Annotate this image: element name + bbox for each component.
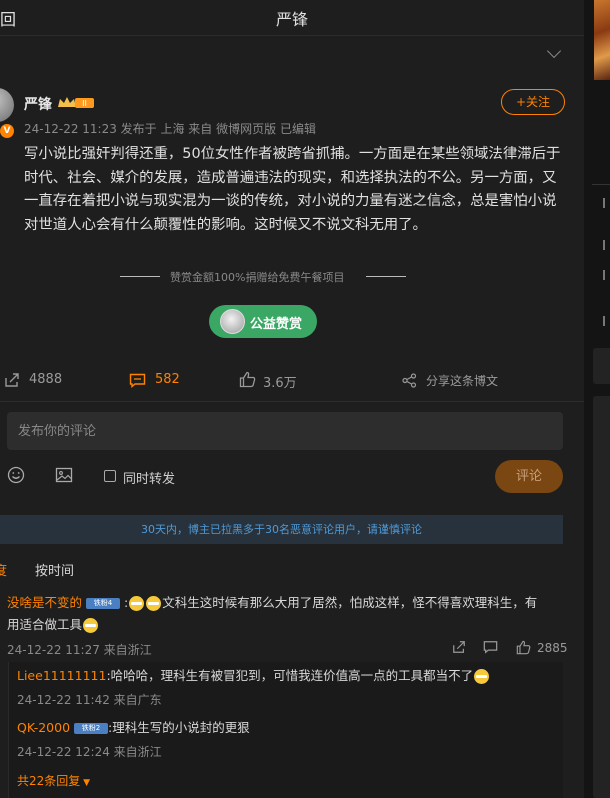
repost-count[interactable]: 4888 <box>29 372 62 387</box>
comment-icon[interactable] <box>129 373 146 388</box>
reply-text: :理科生写的小说封的更狠 <box>108 720 250 735</box>
page-title: 严锋 <box>275 10 308 29</box>
donate-note: 赞赏金额100%捐赠给免费午餐项目 <box>170 271 345 284</box>
sort-time-tab[interactable]: 按时间 <box>35 560 74 579</box>
action-bar: 4888 582 3.6万 分享这条博文 <box>0 368 584 394</box>
fan-level-badge: 铁粉4 <box>86 598 120 609</box>
caret-down-icon: ▼ <box>80 778 91 788</box>
sidebar-card[interactable] <box>593 396 610 798</box>
verified-badge: V <box>0 124 14 138</box>
sidebar-marker-icon <box>603 316 607 326</box>
emoji-icon <box>129 596 145 611</box>
repost-icon[interactable] <box>452 640 466 654</box>
more-replies-link[interactable]: 共22条回复 ▼ <box>17 772 90 789</box>
crown-badge-level: II <box>82 99 87 108</box>
comment-count[interactable]: 582 <box>155 372 180 387</box>
image-icon[interactable] <box>55 466 73 484</box>
commenter-name[interactable]: 没啥是不变的 <box>7 595 82 610</box>
comment-text: 文科生这时候有那么大用了居然，怕成这样，怪不得喜欢理科生，有 <box>162 595 538 610</box>
reply-text: :哈哈哈，理科生有被冒犯到，可惜我连价值高一点的工具都当不了 <box>106 668 474 683</box>
donate-button[interactable]: 公益赞赏 <box>209 305 317 338</box>
chevron-down-icon[interactable] <box>546 43 562 59</box>
sidebar-thumbnail[interactable] <box>594 0 610 80</box>
like-icon[interactable] <box>239 371 256 388</box>
donate-button-label: 公益赞赏 <box>250 317 303 332</box>
emoji-icon[interactable] <box>7 466 25 484</box>
reply-meta: 24-12-22 11:42 来自广东 <box>17 693 162 707</box>
crown-badge-icon: II <box>58 97 94 108</box>
reply-meta: 24-12-22 12:24 来自浙江 <box>17 745 162 759</box>
avatar[interactable] <box>0 88 14 122</box>
reply-item: Liee11111111:哈哈哈，理科生有被冒犯到，可惜我连价值高一点的工具都当… <box>17 665 562 687</box>
divider <box>0 401 584 402</box>
divider <box>366 276 406 277</box>
sort-hot-tab[interactable]: 度 <box>0 560 7 579</box>
main-column: 回 严锋 V 严锋 II 24-12-22 11:23 发布于 上海 来自 微博… <box>0 0 584 798</box>
replier-name[interactable]: Liee11111111 <box>17 668 106 683</box>
notice-banner: 30天内，博主已拉黑多于30名恶意评论用户，请谨慎评论 <box>0 515 563 544</box>
fan-level-badge: 铁粉2 <box>74 723 109 734</box>
more-replies-label: 共22条回复 <box>17 774 81 788</box>
comment-icon[interactable] <box>483 640 498 654</box>
author-name[interactable]: 严锋 <box>24 94 52 114</box>
divider <box>592 184 610 185</box>
donate-avatar <box>220 309 245 334</box>
comment-meta: 24-12-22 11:27 来自浙江 <box>7 643 152 657</box>
sidebar-marker-icon <box>603 240 607 250</box>
emoji-icon <box>83 618 99 633</box>
sidebar-marker-icon <box>603 198 607 208</box>
comment-item: 没啥是不变的 铁粉4 : 文科生这时候有那么大用了居然，怕成这样，怪不得喜欢理科生… <box>7 595 538 633</box>
like-count[interactable]: 3.6万 <box>263 372 297 391</box>
share-icon[interactable] <box>402 373 417 388</box>
sidebar-marker-icon <box>603 270 607 280</box>
post-meta: 24-12-22 11:23 发布于 上海 来自 微博网页版 已编辑 <box>24 122 316 136</box>
emoji-icon <box>146 596 162 611</box>
repost-icon[interactable] <box>4 372 20 388</box>
like-icon[interactable] <box>516 640 531 655</box>
reply-item: QK-2000 铁粉2:理科生写的小说封的更狠 <box>17 717 562 739</box>
follow-button[interactable]: +关注 <box>501 89 565 115</box>
sidebar-card[interactable] <box>593 348 610 384</box>
comment-input[interactable] <box>7 412 563 450</box>
page-header: 回 严锋 <box>0 0 584 36</box>
repost-checkbox[interactable] <box>104 470 116 482</box>
emoji-icon <box>474 669 490 684</box>
share-label[interactable]: 分享这条博文 <box>426 372 498 389</box>
post-content: 写小说比强奸判得还重，50位女性作者被跨省抓捕。一方面是在某些领域法律滞后于时代… <box>24 146 561 233</box>
comment-like-count[interactable]: 2885 <box>537 641 568 655</box>
submit-comment-button[interactable]: 评论 <box>495 460 563 493</box>
replier-name[interactable]: QK-2000 <box>17 720 70 735</box>
divider <box>120 276 160 277</box>
repost-checkbox-label[interactable]: 同时转发 <box>123 468 175 487</box>
comment-text: 用适合做工具 <box>7 617 83 632</box>
